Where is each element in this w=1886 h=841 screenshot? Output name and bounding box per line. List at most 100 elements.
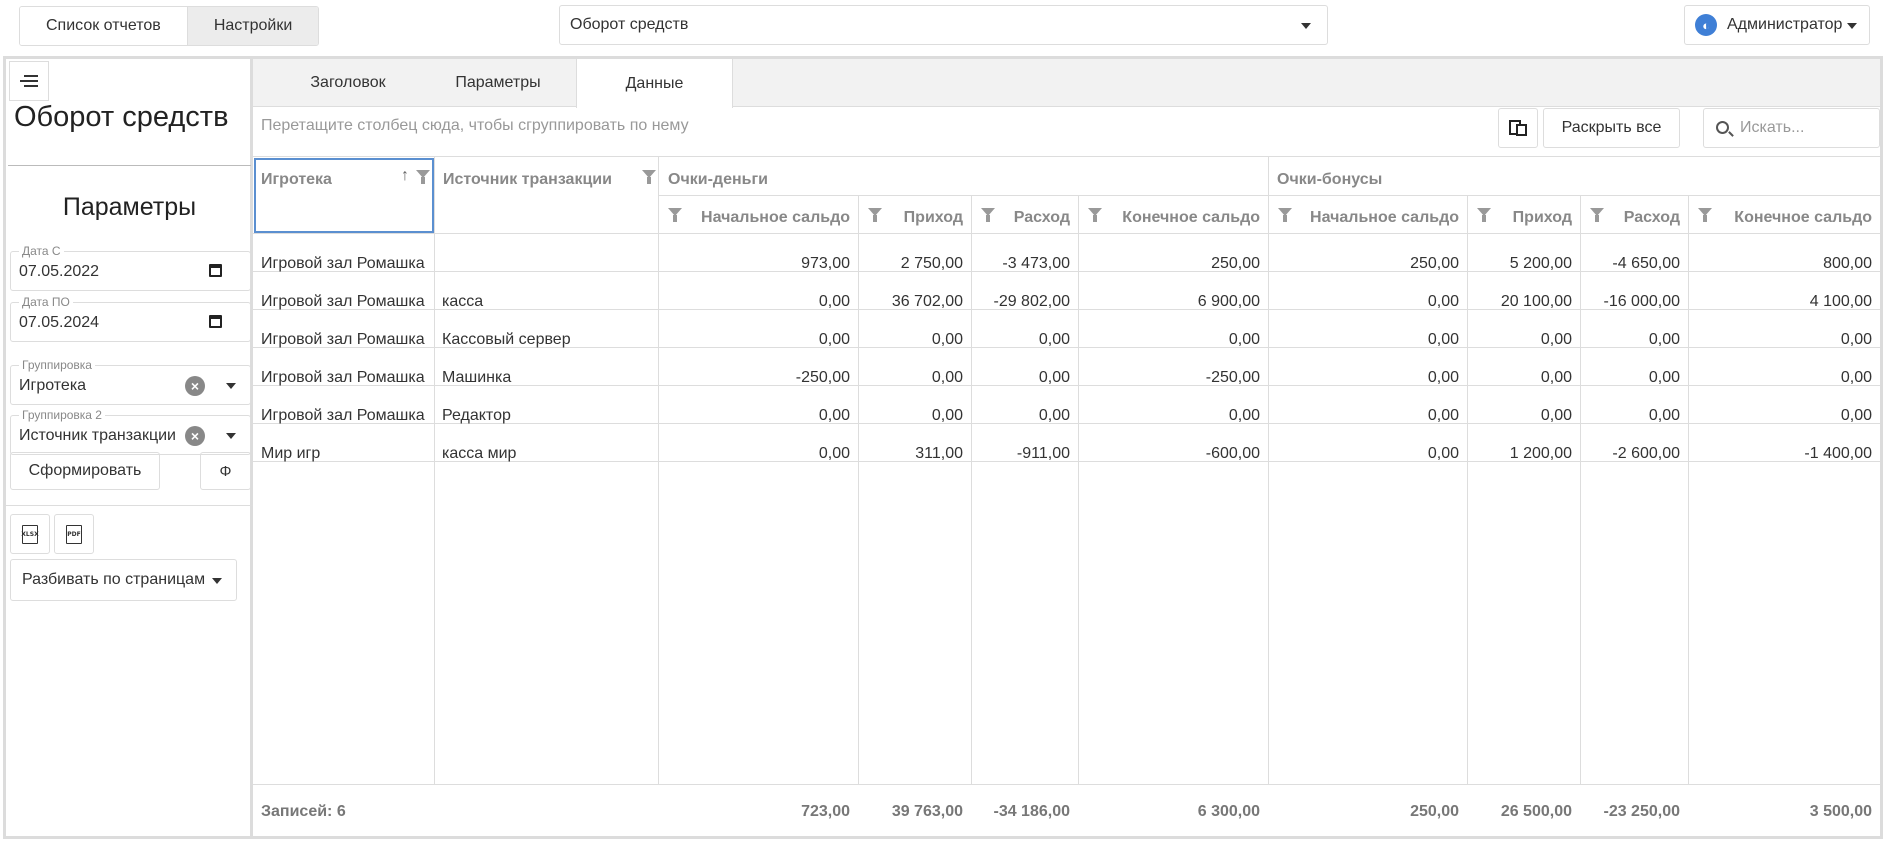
column-header-source[interactable]: Источник транзакции: [443, 171, 612, 189]
footer-total: 250,00: [1410, 803, 1459, 820]
table-cell: -2 600,00: [1612, 445, 1680, 462]
table-cell: 0,00: [1840, 407, 1872, 424]
table-cell: -1 400,00: [1804, 445, 1872, 462]
table-cell: 0,00: [1228, 331, 1260, 348]
filter-icon[interactable]: [416, 170, 430, 184]
table-cell: -16 000,00: [1603, 293, 1680, 310]
date-to-field[interactable]: Дата ПО 07.05.2024: [10, 295, 251, 342]
paging-label: Разбивать по страницам: [22, 571, 206, 588]
column-header[interactable]: Расход: [1624, 209, 1680, 227]
sort-ascending-icon[interactable]: ↑: [401, 167, 409, 185]
table-cell: 6 900,00: [1197, 293, 1260, 310]
table-cell: 0,00: [1427, 407, 1459, 424]
xlsx-file-icon: XLSX: [21, 524, 39, 544]
grouping2-label: Группировка 2: [19, 408, 105, 422]
grid-line: [253, 233, 1880, 234]
table-cell: 0,00: [1038, 369, 1070, 386]
column-header[interactable]: Конечное сальдо: [1734, 209, 1872, 227]
footer-total: -23 250,00: [1603, 803, 1680, 820]
table-cell: 0,00: [1540, 369, 1572, 386]
parameters-panel: Оборот средств Параметры Дата С 07.05.20…: [6, 59, 253, 836]
table-cell: -3 473,00: [1002, 255, 1070, 272]
collapse-menu-button[interactable]: [9, 61, 49, 101]
table-cell: 0,00: [1427, 369, 1459, 386]
report-select[interactable]: Оборот средств: [559, 5, 1328, 45]
data-grid: Игротека ↑ Источник транзакции Очки-день…: [253, 156, 1880, 836]
export-pdf-button[interactable]: PDF: [54, 514, 94, 554]
group-panel-hint[interactable]: Перетащите столбец сюда, чтобы сгруппиро…: [261, 117, 689, 135]
tab-parameters[interactable]: Параметры: [408, 59, 588, 107]
table-cell: Игровой зал Ромашка: [261, 407, 425, 424]
pdf-file-icon: PDF: [66, 524, 82, 544]
chevron-down-icon: [226, 383, 236, 389]
table-cell: 0,00: [1427, 331, 1459, 348]
filter-icon[interactable]: [981, 208, 995, 222]
tab-data[interactable]: Данные: [576, 59, 733, 108]
column-header[interactable]: Начальное сальдо: [701, 209, 850, 227]
table-cell: -250,00: [795, 369, 850, 386]
column-chooser-icon: [1509, 120, 1527, 136]
calendar-icon[interactable]: [209, 264, 222, 277]
filter-icon[interactable]: [642, 170, 656, 184]
footer-total: 723,00: [801, 803, 850, 820]
paging-dropdown[interactable]: Разбивать по страницам: [10, 559, 237, 601]
filter-icon[interactable]: [1590, 208, 1604, 222]
reports-list-button[interactable]: Список отчетов: [20, 7, 188, 45]
filter-icon[interactable]: [1088, 208, 1102, 222]
footer-total: -34 186,00: [993, 803, 1070, 820]
grid-line: [658, 195, 1880, 196]
table-cell: 250,00: [1410, 255, 1459, 272]
main-frame: Оборот средств Параметры Дата С 07.05.20…: [3, 56, 1883, 839]
calendar-icon[interactable]: [209, 315, 222, 328]
table-cell: -250,00: [1205, 369, 1260, 386]
grouping-select[interactable]: Группировка Игротека ×: [10, 358, 251, 405]
date-from-field[interactable]: Дата С 07.05.2022: [10, 244, 251, 291]
export-xlsx-button[interactable]: XLSX: [10, 514, 50, 554]
filter-icon[interactable]: [1698, 208, 1712, 222]
generate-button[interactable]: Сформировать: [10, 452, 160, 490]
table-cell: 2 750,00: [900, 255, 963, 272]
column-header[interactable]: Приход: [1513, 209, 1572, 227]
column-header[interactable]: Начальное сальдо: [1310, 209, 1459, 227]
table-cell: 0,00: [1648, 369, 1680, 386]
clear-icon[interactable]: ×: [185, 376, 205, 396]
column-header[interactable]: Конечное сальдо: [1122, 209, 1260, 227]
grouping-label: Группировка: [19, 358, 95, 372]
table-cell: 0,00: [1038, 407, 1070, 424]
filter-icon[interactable]: [668, 208, 682, 222]
table-cell: 0,00: [1540, 331, 1572, 348]
column-header[interactable]: Расход: [1014, 209, 1070, 227]
formula-button[interactable]: Φ: [200, 452, 251, 490]
footer-total: 39 763,00: [891, 803, 963, 820]
page-title: Оборот средств: [14, 101, 229, 133]
filter-icon[interactable]: [868, 208, 882, 222]
filter-icon[interactable]: [1477, 208, 1491, 222]
settings-button[interactable]: Настройки: [187, 7, 319, 45]
table-cell: -29 802,00: [993, 293, 1070, 310]
user-name: Администратор: [1727, 16, 1843, 33]
table-cell: Кассовый сервер: [442, 331, 571, 348]
filter-icon[interactable]: [1278, 208, 1292, 222]
date-from-label: Дата С: [19, 244, 64, 258]
band-header-bonus: Очки-бонусы: [1277, 171, 1383, 188]
footer-total: 3 500,00: [1809, 803, 1872, 820]
clear-icon[interactable]: ×: [185, 426, 205, 446]
date-from-value: 07.05.2022: [19, 263, 100, 280]
table-cell: 0,00: [1648, 407, 1680, 424]
grouping2-select[interactable]: Группировка 2 Источник транзакции ×: [10, 408, 251, 455]
date-to-value: 07.05.2024: [19, 314, 100, 331]
table-cell: 5 200,00: [1509, 255, 1572, 272]
grouping2-value: Источник транзакции: [19, 427, 176, 444]
search-input[interactable]: Искать...: [1703, 108, 1880, 148]
column-header-club[interactable]: Игротека: [261, 171, 332, 189]
table-cell: Редактор: [442, 407, 511, 424]
expand-all-button[interactable]: Раскрыть все: [1543, 108, 1680, 148]
table-cell: 0,00: [818, 445, 850, 462]
column-chooser-button[interactable]: [1498, 108, 1538, 148]
report-tabs: Заголовок Параметры Данные: [253, 59, 1880, 108]
report-panel: Заголовок Параметры Данные Перетащите ст…: [253, 59, 1880, 836]
table-cell: 0,00: [1540, 407, 1572, 424]
table-cell: 36 702,00: [891, 293, 963, 310]
column-header[interactable]: Приход: [904, 209, 963, 227]
user-menu-button[interactable]: ◐ Администратор: [1684, 5, 1870, 45]
